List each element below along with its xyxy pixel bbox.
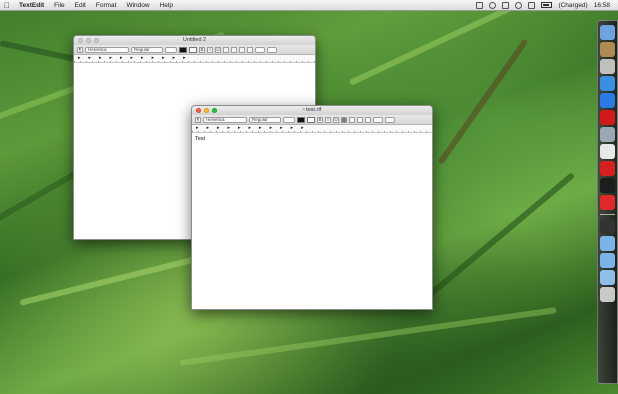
document-text[interactable]: Test [192, 134, 432, 144]
minimize-button[interactable] [86, 38, 91, 43]
justify-button[interactable] [365, 116, 371, 123]
calendar-icon[interactable] [600, 144, 615, 159]
minimize-button[interactable] [204, 108, 209, 113]
background-color-well[interactable] [189, 46, 197, 53]
align-right-button[interactable] [357, 116, 363, 123]
battery-status[interactable]: (Charged) [558, 2, 587, 9]
font-size-select[interactable] [165, 46, 177, 53]
bold-button[interactable]: B [317, 116, 323, 123]
window-titlebar[interactable]: Untitled 2 [74, 36, 315, 45]
align-center-button[interactable] [231, 46, 237, 53]
bold-button[interactable]: B [199, 46, 205, 53]
font-family-select[interactable]: Helvetica [203, 116, 247, 123]
tab-stops[interactable]: ▸▸▸▸▸▸▸▸▸▸▸ [78, 55, 194, 61]
activity-monitor-icon[interactable] [600, 178, 615, 193]
textedit-window-test-rtf[interactable]: ▫ test.rtf ¶ Helvetica Regular B I U ▸▸▸… [191, 105, 433, 310]
ruler[interactable]: ▸▸▸▸▸▸▸▸▸▸▸ [74, 55, 315, 63]
battery-icon[interactable] [541, 2, 553, 8]
opera-icon[interactable] [600, 110, 615, 125]
folder-icon[interactable] [600, 253, 615, 268]
list-select[interactable] [267, 46, 277, 53]
align-center-button[interactable] [349, 116, 355, 123]
terminal-icon[interactable] [600, 219, 615, 234]
font-family-select[interactable]: Helvetica [85, 46, 129, 53]
align-left-button[interactable] [341, 116, 347, 123]
line-spacing-select[interactable] [255, 46, 265, 53]
folder-icon[interactable] [600, 236, 615, 251]
document-area[interactable]: Test [192, 134, 432, 309]
apple-icon[interactable]:  [0, 1, 14, 10]
format-toolbar: ¶ Helvetica Regular B I U [192, 115, 432, 125]
font-style-select[interactable]: Regular [131, 46, 163, 53]
photo-icon[interactable] [600, 42, 615, 57]
finder-icon[interactable] [600, 25, 615, 40]
launchpad-icon[interactable] [600, 59, 615, 74]
background-color-well[interactable] [307, 116, 315, 123]
menu-app-name[interactable]: TextEdit [14, 2, 49, 9]
volume-icon[interactable] [528, 1, 536, 9]
justify-button[interactable] [247, 46, 253, 53]
font-size-select[interactable] [283, 116, 295, 123]
list-select[interactable] [385, 116, 395, 123]
x11-icon[interactable] [600, 161, 615, 176]
paragraph-style-button[interactable]: ¶ [195, 116, 201, 123]
underline-button[interactable]: U [333, 116, 339, 123]
menu-format[interactable]: Format [91, 2, 122, 9]
safari-icon[interactable] [600, 76, 615, 91]
align-left-button[interactable] [223, 46, 229, 53]
tab-stops[interactable]: ▸▸▸▸▸▸▸▸▸▸▸ [196, 125, 312, 131]
dock-separator [600, 214, 615, 215]
menu-bar:  TextEdit File Edit Format Window Help … [0, 0, 618, 11]
menu-window[interactable]: Window [121, 2, 154, 9]
close-button[interactable] [78, 38, 83, 43]
format-toolbar: ¶ Helvetica Regular B I U [74, 45, 315, 55]
font-style-select[interactable]: Regular [249, 116, 281, 123]
preview-icon[interactable] [600, 127, 615, 142]
text-color-well[interactable] [179, 46, 187, 53]
line-spacing-select[interactable] [373, 116, 383, 123]
menu-edit[interactable]: Edit [70, 2, 91, 9]
paragraph-style-button[interactable]: ¶ [77, 46, 83, 53]
window-title: test.rtf [306, 107, 322, 113]
time-machine-icon[interactable] [476, 1, 484, 9]
window-titlebar[interactable]: ▫ test.rtf [192, 106, 432, 115]
document-icon: ▫ [302, 107, 305, 113]
downloads-icon[interactable] [600, 270, 615, 285]
zoom-button[interactable] [212, 108, 217, 113]
stop-icon[interactable] [600, 195, 615, 210]
clock[interactable]: 16:58 [594, 2, 610, 9]
underline-button[interactable]: U [215, 46, 221, 53]
menu-help[interactable]: Help [155, 2, 178, 9]
bluetooth-icon[interactable] [502, 1, 510, 9]
window-title: Untitled 2 [182, 37, 207, 43]
zoom-button[interactable] [94, 38, 99, 43]
italic-button[interactable]: I [207, 46, 213, 53]
align-right-button[interactable] [239, 46, 245, 53]
italic-button[interactable]: I [325, 116, 331, 123]
text-color-well[interactable] [297, 116, 305, 123]
menu-file[interactable]: File [49, 2, 69, 9]
app-store-icon[interactable] [600, 93, 615, 108]
dock [597, 20, 618, 384]
ruler[interactable]: ▸▸▸▸▸▸▸▸▸▸▸ [192, 125, 432, 133]
close-button[interactable] [196, 108, 201, 113]
wifi-icon[interactable] [515, 1, 523, 9]
sync-icon[interactable] [489, 1, 497, 9]
trash-icon[interactable] [600, 287, 615, 302]
